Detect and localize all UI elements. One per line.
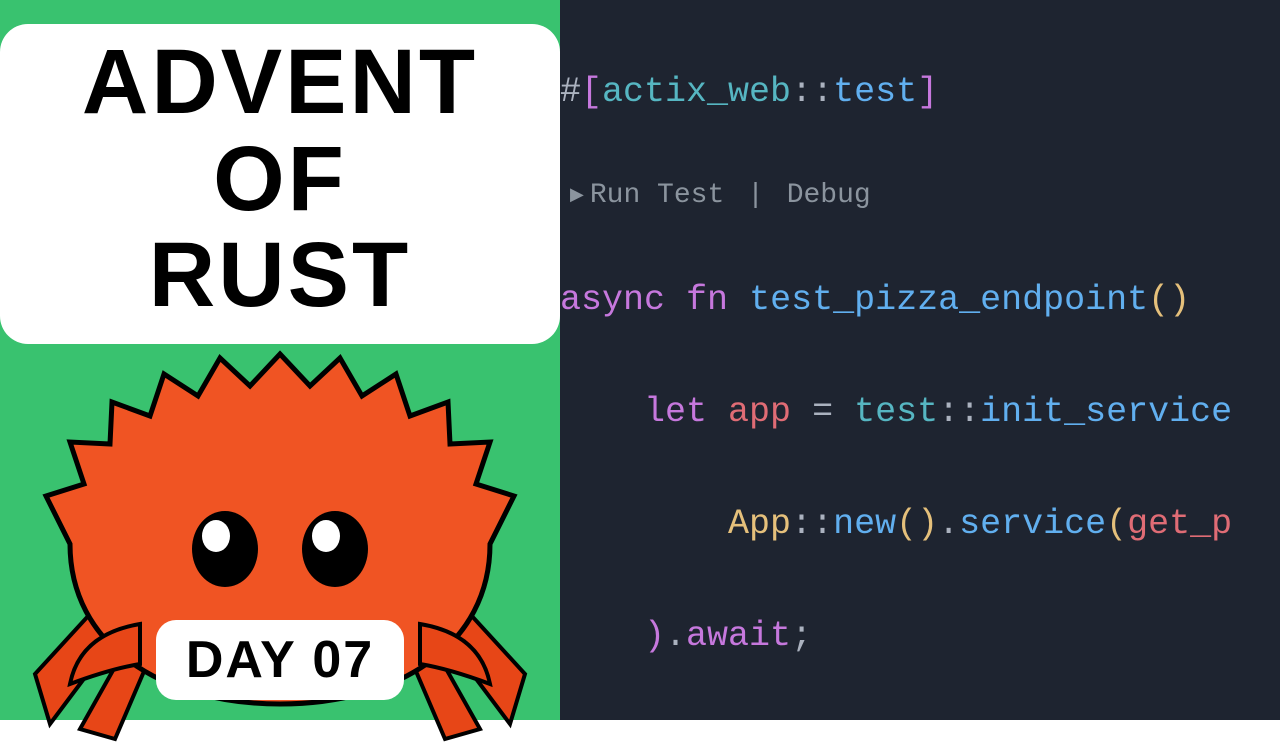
codelens-run-test[interactable]: Run Test — [590, 176, 724, 216]
code-block: #[actix_web::test] ▶Run Test | Debug asy… — [560, 0, 1280, 720]
play-icon[interactable]: ▶ — [570, 176, 584, 216]
code-line-1: #[actix_web::test] — [560, 64, 1280, 120]
thumbnail-left-panel: ADVENT OF RUST DAY 07 — [0, 0, 560, 720]
code-line-5: ).await; — [560, 608, 1280, 664]
code-line-3: let app = test::init_service — [560, 384, 1280, 440]
title-line-2: RUST — [30, 227, 530, 324]
code-editor-panel: #[actix_web::test] ▶Run Test | Debug asy… — [560, 0, 1280, 720]
day-badge: DAY 07 — [156, 620, 404, 700]
code-line-2: async fn test_pizza_endpoint() — [560, 272, 1280, 328]
title-line-1: ADVENT OF — [30, 34, 530, 227]
codelens-row: ▶Run Test | Debug — [560, 176, 1280, 216]
title-card: ADVENT OF RUST — [0, 24, 560, 344]
code-line-4: App::new().service(get_p — [560, 496, 1280, 552]
codelens-debug[interactable]: Debug — [787, 176, 871, 216]
